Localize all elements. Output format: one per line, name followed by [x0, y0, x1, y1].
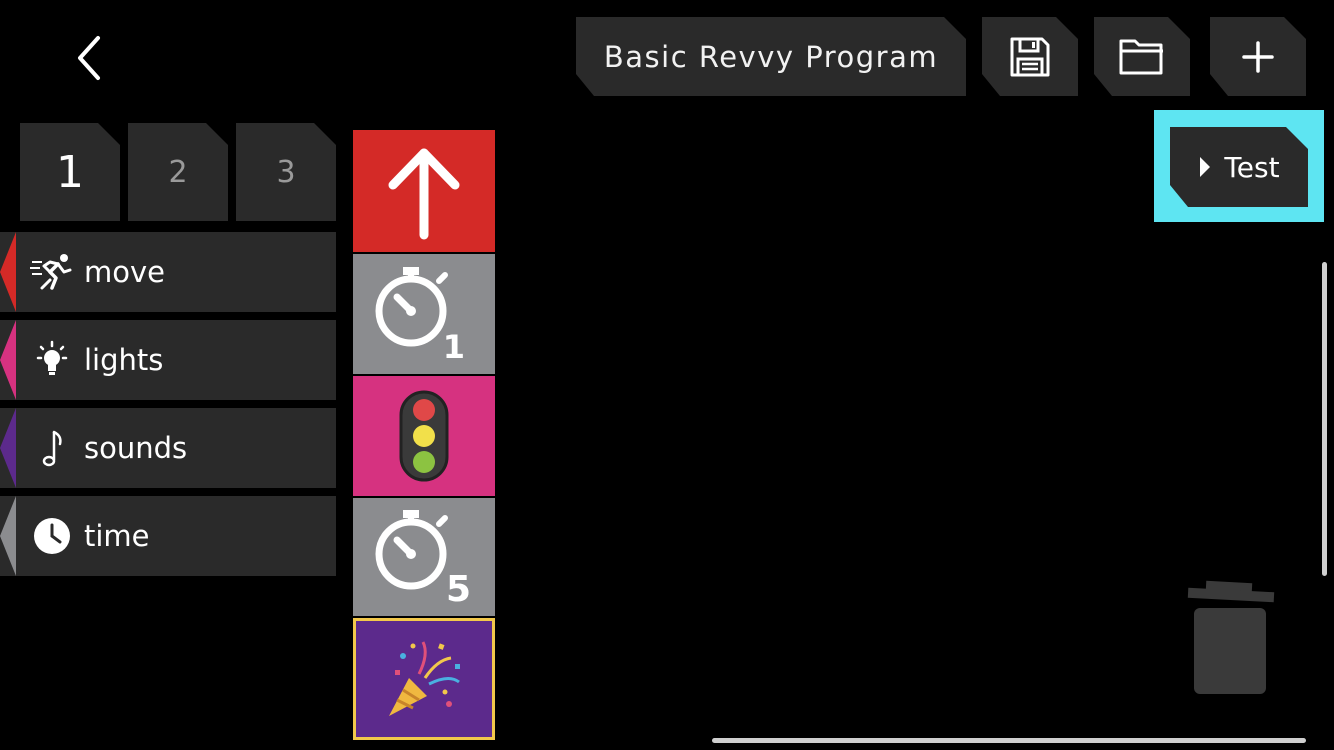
category-color-stripe [0, 496, 16, 576]
horizontal-scrollbar[interactable] [712, 738, 1306, 743]
party-popper-icon [389, 641, 460, 716]
vertical-scrollbar[interactable] [1322, 262, 1327, 576]
clock-icon [30, 516, 74, 556]
trash-can-icon [1187, 580, 1275, 694]
music-note-icon [30, 428, 74, 468]
category-color-stripe [0, 232, 16, 312]
block-sound[interactable] [353, 618, 495, 740]
category-time[interactable]: time [0, 496, 336, 576]
chevron-left-icon [78, 36, 100, 80]
light-bulb-icon [30, 340, 74, 380]
page-tab-2[interactable]: 2 [128, 123, 228, 221]
traffic-light-icon [399, 390, 449, 482]
block-move-forward[interactable] [353, 130, 495, 252]
wait-duration-value: 5 [445, 569, 471, 610]
open-folder-button[interactable] [1094, 17, 1190, 96]
category-label: sounds [84, 431, 188, 465]
save-button[interactable] [982, 17, 1078, 96]
back-button[interactable] [60, 28, 120, 88]
page-tab-label: 2 [168, 154, 188, 190]
block-wait[interactable]: 5 [353, 498, 495, 616]
page-tab-1[interactable]: 1 [20, 123, 120, 221]
page-tab-label: 1 [56, 146, 84, 198]
plus-icon [1238, 37, 1278, 77]
test-button[interactable]: Test [1170, 127, 1308, 207]
up-arrow-icon [388, 148, 460, 240]
category-color-stripe [0, 320, 16, 400]
trash-button[interactable] [1186, 580, 1276, 696]
category-move[interactable]: move [0, 232, 336, 312]
page-tab-3[interactable]: 3 [236, 123, 336, 221]
category-label: time [84, 519, 150, 553]
folder-icon [1117, 35, 1167, 79]
wait-duration-value: 1 [442, 328, 465, 366]
new-program-button[interactable] [1210, 17, 1306, 96]
block-lights[interactable] [353, 376, 495, 496]
page-tab-label: 3 [276, 154, 296, 190]
program-title: Basic Revvy Program [603, 39, 939, 74]
program-title-box[interactable]: Basic Revvy Program [576, 17, 966, 96]
category-color-stripe [0, 408, 16, 488]
block-wait[interactable]: 1 [353, 254, 495, 374]
running-person-icon [30, 252, 74, 292]
test-button-label: Test [1224, 150, 1280, 184]
category-label: move [84, 255, 165, 289]
category-label: lights [84, 343, 164, 377]
floppy-disk-icon [1006, 33, 1054, 81]
category-sounds[interactable]: sounds [0, 408, 336, 488]
category-lights[interactable]: lights [0, 320, 336, 400]
play-triangle-icon [1198, 155, 1212, 179]
